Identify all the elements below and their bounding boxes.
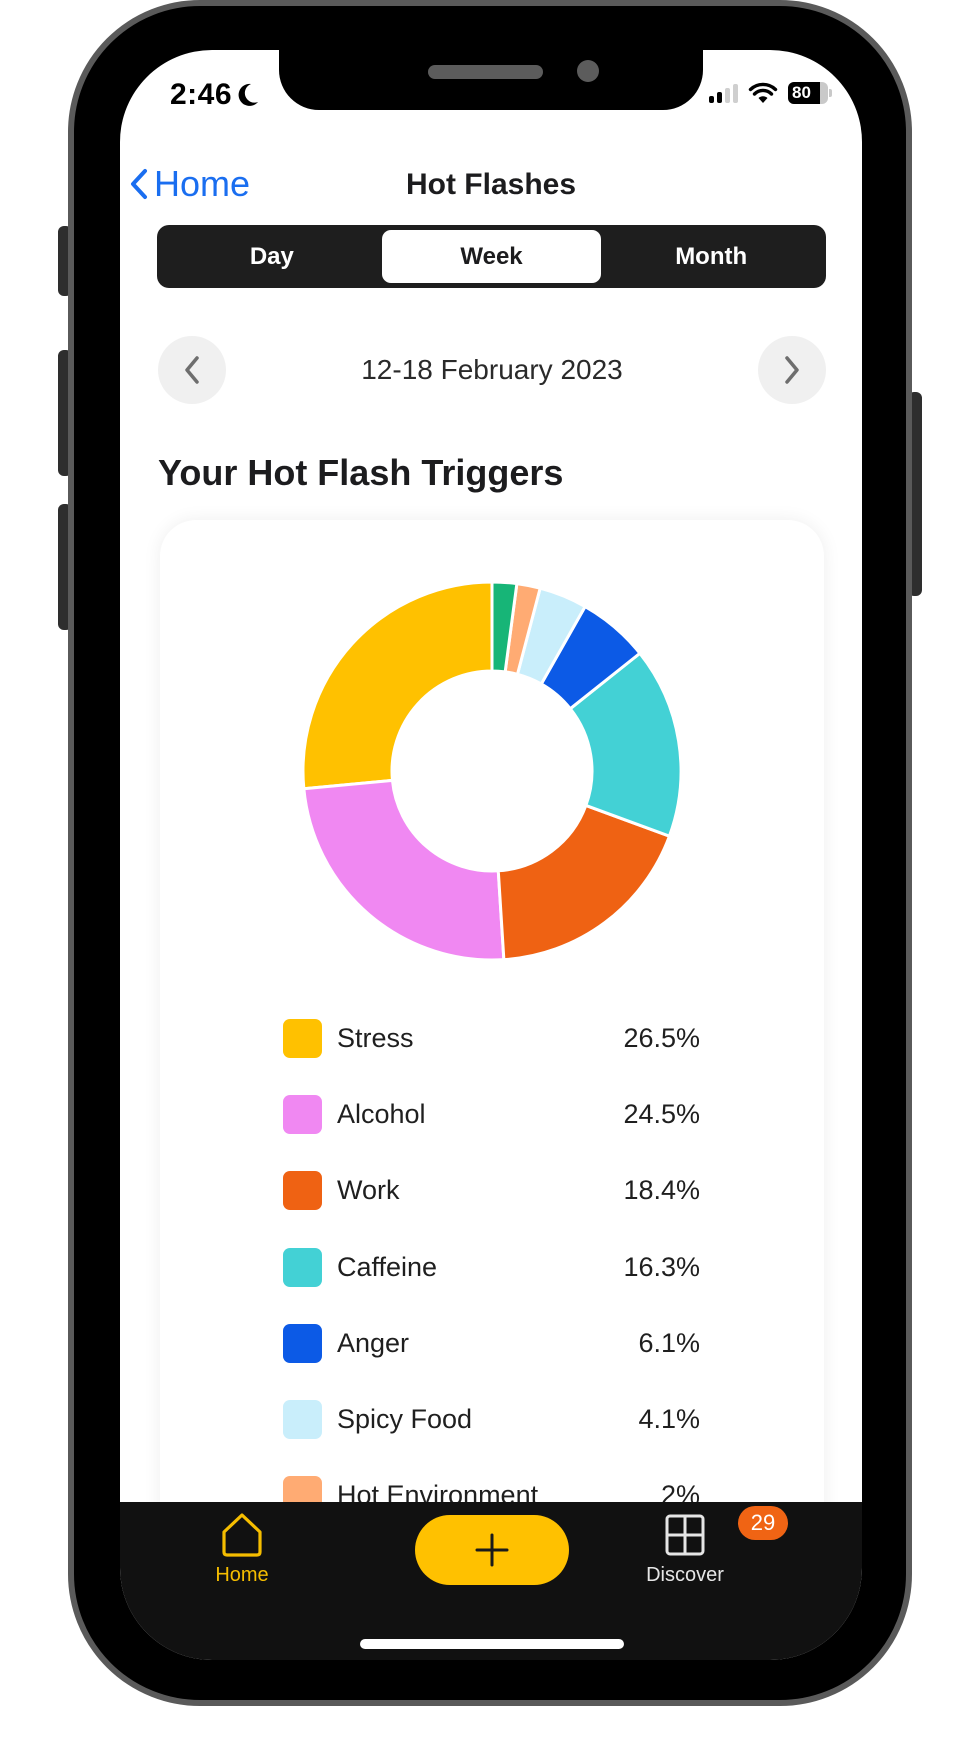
- tab-discover-label: Discover: [646, 1564, 724, 1586]
- legend-swatch: [283, 1247, 322, 1287]
- legend-value: 24.5%: [623, 1098, 700, 1129]
- legend-label: Caffeine: [337, 1251, 438, 1282]
- legend-value: 6.1%: [638, 1327, 700, 1358]
- legend-value: 4.1%: [638, 1404, 700, 1435]
- plus-icon: [475, 1533, 509, 1567]
- triggers-donut-chart: [302, 581, 682, 961]
- tab-home-label: Home: [215, 1564, 269, 1586]
- next-week-button[interactable]: [757, 336, 826, 404]
- tab-discover[interactable]: 29 Discover: [620, 1506, 788, 1587]
- legend-item: Stress 26.5%: [283, 1000, 700, 1076]
- speaker: [428, 65, 543, 79]
- segment-day[interactable]: Day: [162, 230, 382, 283]
- section-title: Your Hot Flash Triggers: [158, 452, 564, 493]
- donut-slice-stress: [302, 581, 494, 791]
- legend-item: Anger 6.1%: [283, 1305, 700, 1381]
- legend-swatch: [283, 1400, 322, 1440]
- discover-badge: 29: [738, 1506, 788, 1540]
- legend-swatch: [283, 1094, 322, 1134]
- grid-icon: [665, 1514, 705, 1556]
- wifi-icon: [748, 82, 778, 103]
- segment-month[interactable]: Month: [601, 230, 821, 283]
- battery-level: 80: [792, 83, 811, 102]
- moon-icon: [238, 83, 259, 106]
- period-segmented-control: Day Week Month: [157, 225, 826, 288]
- house-icon: [222, 1513, 262, 1557]
- previous-week-button[interactable]: [158, 336, 226, 404]
- time-label: 2:46: [170, 78, 233, 111]
- tab-home[interactable]: Home: [192, 1512, 292, 1587]
- notch: [279, 50, 703, 110]
- legend-label: Work: [337, 1175, 400, 1206]
- chart-legend: Stress 26.5% Alcohol 24.5% Work 18.4% Caffeine…: [283, 1000, 700, 1534]
- donut-slice-alcohol: [302, 778, 506, 961]
- screen: 2:46 80 Home Hot Flashes Day Week Month …: [120, 50, 862, 1660]
- camera: [577, 60, 599, 82]
- legend-item: Work 18.4%: [283, 1153, 700, 1229]
- legend-label: Anger: [337, 1327, 410, 1358]
- legend-label: Spicy Food: [337, 1404, 473, 1435]
- chevron-left-icon: [185, 356, 199, 384]
- segment-week[interactable]: Week: [381, 230, 602, 283]
- battery-icon: 80: [788, 82, 828, 104]
- legend-label: Alcohol: [337, 1098, 426, 1129]
- status-time: 2:46: [170, 78, 260, 112]
- legend-swatch: [283, 1018, 322, 1058]
- legend-value: 16.3%: [623, 1251, 700, 1282]
- signal-icon: [709, 83, 738, 103]
- legend-item: Spicy Food 4.1%: [283, 1381, 700, 1457]
- legend-value: 26.5%: [623, 1022, 700, 1053]
- legend-swatch: [283, 1171, 322, 1211]
- donut-slice-work: [496, 803, 672, 961]
- tab-bar: Home 29 Discover: [120, 1502, 862, 1660]
- home-indicator: [360, 1639, 624, 1649]
- legend-value: 18.4%: [623, 1175, 700, 1206]
- date-navigator: 12-18 February 2023: [158, 336, 826, 404]
- triggers-card: Stress 26.5% Alcohol 24.5% Work 18.4% Caffeine…: [160, 520, 824, 1620]
- legend-item: Caffeine 16.3%: [283, 1229, 700, 1305]
- chevron-right-icon: [785, 356, 799, 384]
- status-icons: 80: [709, 82, 832, 104]
- page-title: Hot Flashes: [405, 168, 577, 201]
- add-entry-button[interactable]: [415, 1515, 569, 1585]
- legend-label: Stress: [337, 1022, 414, 1053]
- legend-swatch: [283, 1323, 322, 1363]
- legend-item: Alcohol 24.5%: [283, 1076, 700, 1152]
- date-range-label: 12-18 February 2023: [361, 354, 623, 385]
